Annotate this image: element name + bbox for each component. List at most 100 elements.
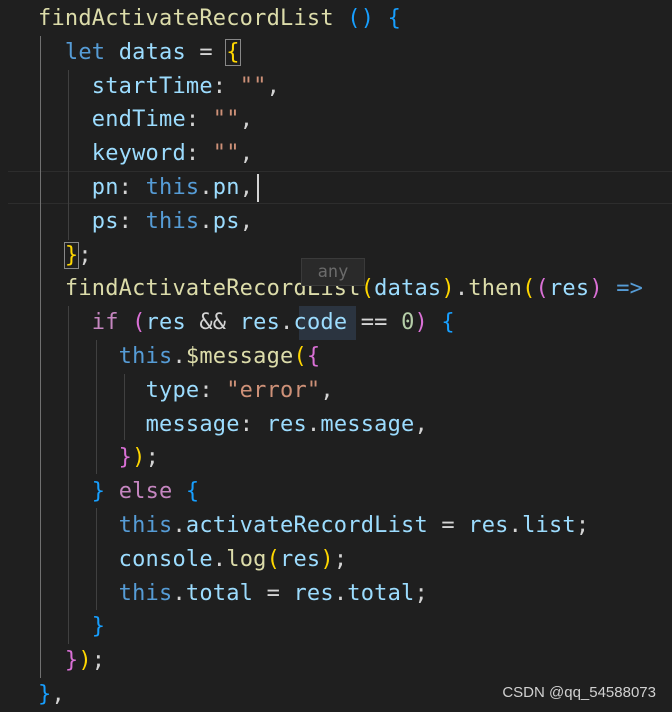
code-token: res — [145, 310, 186, 336]
code-line[interactable]: if (res && res.code == 0) { — [38, 306, 455, 340]
code-token: => — [616, 276, 644, 302]
code-token: && — [185, 310, 240, 336]
code-token: , — [239, 175, 254, 200]
code-line[interactable]: this.total = res.total; — [38, 577, 428, 611]
code-line[interactable]: keyword: "", — [38, 137, 253, 171]
code-token: } — [118, 445, 133, 471]
code-token: : — [118, 208, 146, 234]
code-token: . — [454, 276, 469, 302]
code-token: , — [239, 107, 254, 133]
code-line[interactable]: } — [38, 610, 105, 644]
code-token: code — [293, 310, 348, 336]
code-token: , — [320, 377, 334, 403]
code-token: ; — [145, 445, 160, 471]
code-token: = — [427, 513, 469, 538]
code-token: pn — [212, 175, 240, 200]
code-token: . — [199, 175, 213, 200]
code-token: type — [145, 377, 200, 403]
code-token: "" — [212, 141, 240, 167]
code-line[interactable]: type: "error", — [38, 374, 334, 408]
code-token: == — [347, 310, 402, 336]
code-token: . — [172, 513, 186, 538]
code-token: datas — [374, 276, 442, 302]
code-token: ) — [78, 648, 92, 674]
code-token: : — [118, 175, 146, 200]
code-token: ; — [78, 242, 92, 268]
code-line[interactable]: endTime: "", — [38, 103, 253, 137]
code-token: { — [306, 344, 321, 369]
code-editor[interactable]: findActivateRecordList () { let datas = … — [0, 0, 672, 711]
code-line[interactable]: pn: this.pn, — [38, 171, 253, 205]
code-token: else — [118, 479, 173, 505]
code-token: , — [239, 208, 254, 234]
code-token: $message — [185, 344, 294, 369]
code-token: = — [185, 39, 227, 65]
code-line[interactable]: }); — [38, 441, 159, 475]
code-token: . — [199, 208, 213, 234]
code-token: ) — [441, 276, 455, 302]
code-token: , — [414, 411, 428, 437]
code-line[interactable]: ps: this.ps, — [38, 205, 253, 239]
code-token: : — [239, 411, 267, 437]
code-token: ) — [589, 276, 603, 302]
code-token: if — [91, 310, 119, 336]
code-line[interactable]: }; — [38, 239, 92, 273]
code-token: = — [253, 580, 294, 606]
code-token: res — [239, 310, 281, 336]
code-token: ; — [414, 580, 428, 606]
code-line[interactable]: startTime: "", — [38, 70, 280, 104]
code-token: total — [347, 580, 415, 606]
code-line[interactable]: let datas = { — [38, 36, 241, 70]
code-token: ; — [575, 513, 590, 538]
code-token: this — [145, 175, 200, 200]
code-line[interactable]: }, — [38, 678, 65, 712]
code-token: "" — [239, 73, 267, 99]
code-line[interactable]: findActivateRecordList () { — [38, 2, 401, 36]
code-token: . — [333, 580, 348, 606]
code-token: . — [172, 344, 186, 369]
type-hint-popup: any — [301, 258, 365, 286]
code-token: total — [185, 580, 254, 606]
code-line[interactable]: console.log(res); — [38, 543, 347, 577]
code-token: res — [266, 411, 307, 437]
code-token: { — [387, 6, 402, 31]
code-line[interactable]: } else { — [38, 475, 199, 509]
code-token: ( — [293, 344, 307, 369]
code-token: ; — [333, 546, 348, 572]
code-token: : — [199, 377, 227, 403]
code-token: } — [63, 241, 80, 269]
code-line[interactable]: this.activateRecordList = res.list; — [38, 509, 589, 543]
code-token: "error" — [226, 377, 321, 403]
code-line[interactable]: message: res.message, — [38, 408, 428, 442]
code-line[interactable]: }); — [38, 644, 105, 678]
code-token: , — [51, 682, 65, 707]
code-token: ( — [132, 310, 146, 336]
code-token: 0 — [401, 310, 415, 336]
watermark: CSDN @qq_54588073 — [502, 684, 656, 701]
code-token: : — [185, 107, 213, 133]
code-token: log — [226, 546, 267, 572]
code-line[interactable]: this.$message({ — [38, 340, 320, 374]
code-token: ( — [266, 546, 281, 572]
code-token: this — [118, 580, 173, 606]
code-token: then — [468, 276, 523, 302]
code-token: pn — [91, 175, 119, 200]
